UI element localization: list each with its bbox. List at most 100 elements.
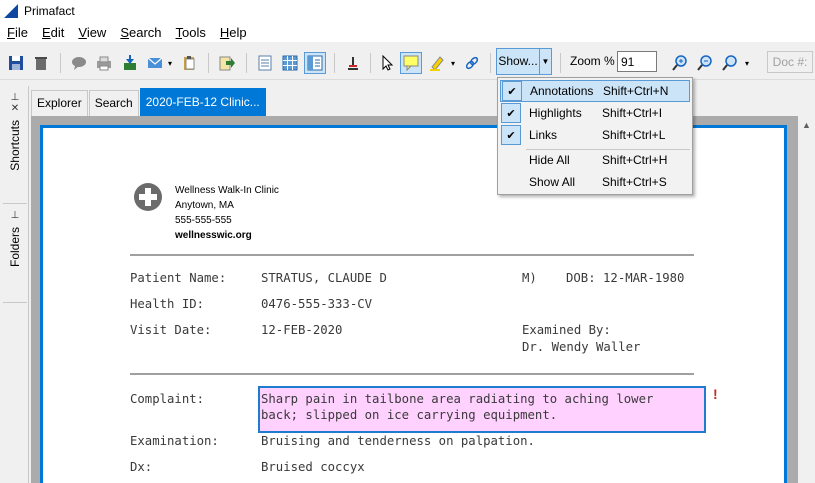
toolbar-separator xyxy=(334,53,335,73)
menu-item-label: Show All xyxy=(529,175,576,189)
pointer-icon[interactable] xyxy=(376,52,398,74)
visit-date-value: 12-FEB-2020 xyxy=(261,323,343,337)
left-sidebar: ⊥ ✕ Shortcuts ⊥ Folders xyxy=(0,86,29,483)
app-logo-icon xyxy=(4,4,18,18)
print-icon[interactable] xyxy=(93,52,115,74)
zoom-input[interactable] xyxy=(617,51,657,72)
menu-item-label: Links xyxy=(529,128,558,142)
tab-document[interactable]: 2020-FEB-12 Clinic... xyxy=(139,88,266,116)
checkmark-icon: ✔ xyxy=(501,103,521,123)
complaint-label: Complaint: xyxy=(130,392,205,406)
comment-icon[interactable] xyxy=(68,52,90,74)
menu-view[interactable]: View xyxy=(71,25,113,40)
show-button[interactable]: Show... ▼ xyxy=(496,48,552,75)
sidebar-label-shortcuts[interactable]: Shortcuts xyxy=(8,120,22,171)
annotation-note-icon[interactable] xyxy=(400,52,422,74)
tab-search[interactable]: Search xyxy=(88,90,139,116)
export-arrow-icon[interactable] xyxy=(216,52,238,74)
dob-value: DOB: 12-MAR-1980 xyxy=(566,271,685,285)
sidebar-label-folders[interactable]: Folders xyxy=(8,227,22,267)
split-view-icon[interactable] xyxy=(304,52,326,74)
menu-help[interactable]: Help xyxy=(213,25,254,40)
chevron-down-icon[interactable]: ▼ xyxy=(540,57,551,66)
checkmark-icon: ✔ xyxy=(502,81,522,101)
toolbar-separator xyxy=(560,53,561,73)
page-view-icon[interactable] xyxy=(254,52,276,74)
toolbar-separator xyxy=(370,53,371,73)
menu-item-show-all[interactable]: Show All Shift+Ctrl+S xyxy=(500,171,690,193)
menu-item-label: Annotations xyxy=(530,84,594,98)
menu-edit[interactable]: Edit xyxy=(35,25,71,40)
clinic-name: Wellness Walk-In Clinic xyxy=(175,185,279,196)
menu-search[interactable]: Search xyxy=(113,25,168,40)
menu-item-shortcut: Shift+Ctrl+S xyxy=(602,175,667,189)
examined-by-label: Examined By: xyxy=(522,323,611,337)
menu-tools[interactable]: Tools xyxy=(169,25,213,40)
annotation-marker-icon[interactable]: ! xyxy=(713,386,718,402)
menu-item-label: Hide All xyxy=(529,153,570,167)
tab-explorer[interactable]: Explorer xyxy=(31,90,88,116)
window-title: Primafact xyxy=(24,4,75,18)
menu-file[interactable]: File xyxy=(0,25,35,40)
stamp-icon[interactable] xyxy=(342,52,364,74)
toolbar-separator xyxy=(60,53,61,73)
vertical-scrollbar[interactable]: ▲ xyxy=(798,116,815,483)
divider xyxy=(130,254,694,256)
document-viewer[interactable]: Wellness Walk-In Clinic Anytown, MA 555-… xyxy=(31,116,815,483)
zoom-fit-icon[interactable] xyxy=(719,52,741,74)
menu-item-shortcut: Shift+Ctrl+N xyxy=(603,84,669,98)
link-icon[interactable] xyxy=(461,52,483,74)
menu-item-shortcut: Shift+Ctrl+I xyxy=(602,106,663,120)
clinic-phone: 555-555-555 xyxy=(175,215,232,226)
menu-item-hide-all[interactable]: Hide All Shift+Ctrl+H xyxy=(500,149,690,171)
menu-item-links[interactable]: ✔ Links Shift+Ctrl+L xyxy=(500,124,690,146)
complaint-line-1: Sharp pain in tailbone area radiating to… xyxy=(261,392,654,406)
save-icon[interactable] xyxy=(5,52,27,74)
sidebar-tab-shortcuts[interactable]: ⊥ ✕ Shortcuts xyxy=(4,92,26,171)
zoom-in-icon[interactable] xyxy=(669,52,691,74)
toolbar-separator xyxy=(246,53,247,73)
email-icon[interactable] xyxy=(144,52,166,74)
dx-value: Bruised coccyx xyxy=(261,460,365,474)
sex-value: M) xyxy=(522,271,537,285)
trash-icon[interactable] xyxy=(30,52,52,74)
sidebar-divider xyxy=(3,203,27,204)
doc-number-button[interactable]: Doc #: xyxy=(767,51,813,73)
menu-item-shortcut: Shift+Ctrl+H xyxy=(602,153,668,167)
scroll-up-icon[interactable]: ▲ xyxy=(798,120,815,130)
visit-date-label: Visit Date: xyxy=(130,323,212,337)
zoom-dropdown-icon[interactable]: ▾ xyxy=(741,52,753,74)
patient-value: STRATUS, CLAUDE D xyxy=(261,271,387,285)
dx-label: Dx: xyxy=(130,460,153,474)
examined-by-value: Dr. Wendy Waller xyxy=(522,340,641,354)
sidebar-divider xyxy=(3,302,27,303)
highlighter-dropdown-icon[interactable]: ▾ xyxy=(447,52,459,74)
menu-item-highlights[interactable]: ✔ Highlights Shift+Ctrl+I xyxy=(500,102,690,124)
examination-value: Bruising and tenderness on palpation. xyxy=(261,434,535,448)
import-icon[interactable] xyxy=(119,52,141,74)
menu-item-annotations[interactable]: ✔ Annotations Shift+Ctrl+N xyxy=(500,80,690,102)
zoom-out-icon[interactable] xyxy=(694,52,716,74)
document-tabs: Explorer Search 2020-FEB-12 Clinic... xyxy=(29,86,815,116)
email-dropdown-icon[interactable]: ▾ xyxy=(164,52,176,74)
toolbar-separator xyxy=(490,53,491,73)
title-bar: Primafact xyxy=(0,0,815,22)
toolbar: ▾ ▾ ▾ xyxy=(0,44,815,80)
zoom-label: Zoom % : xyxy=(570,54,622,68)
pin-icon[interactable]: ⊥ xyxy=(11,92,20,103)
menu-item-label: Highlights xyxy=(529,106,582,120)
grid-view-icon[interactable] xyxy=(279,52,301,74)
menu-item-shortcut: Shift+Ctrl+L xyxy=(602,128,666,142)
clinic-city: Anytown, MA xyxy=(175,200,234,211)
pin-icon[interactable]: ⊥ xyxy=(11,210,20,221)
show-dropdown-menu: ✔ Annotations Shift+Ctrl+N ✔ Highlights … xyxy=(497,77,693,195)
patient-label: Patient Name: xyxy=(130,271,227,285)
sidebar-tab-folders[interactable]: ⊥ Folders xyxy=(4,210,26,267)
close-icon[interactable]: ✕ xyxy=(11,103,19,114)
show-button-label[interactable]: Show... xyxy=(497,49,540,74)
complaint-line-2: back; slipped on ice carrying equipment. xyxy=(261,408,558,422)
divider xyxy=(130,373,694,375)
clipboard-icon[interactable] xyxy=(178,52,200,74)
highlighter-icon[interactable] xyxy=(426,52,448,74)
health-id-label: Health ID: xyxy=(130,297,205,311)
